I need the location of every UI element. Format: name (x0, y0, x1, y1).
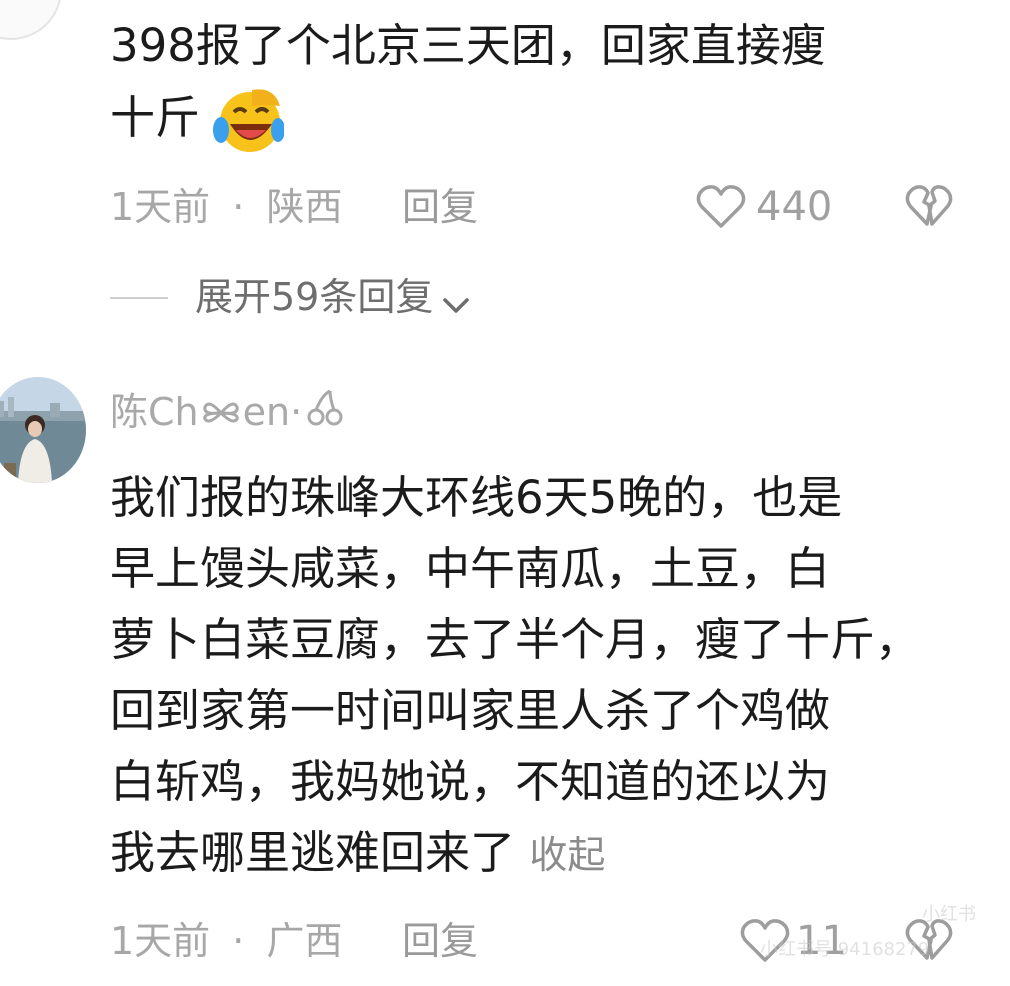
comment-1-like-count: 440 (756, 184, 833, 230)
username-suffix: en· (242, 390, 303, 434)
heart-icon (696, 185, 746, 228)
comment-1-time: 1天前 (110, 185, 211, 229)
comment-1-location: 陕西 (266, 185, 343, 229)
comment-2-text-line-1: 我们报的珠峰大环线6天5晚的，也是 (110, 471, 843, 524)
expand-replies-label: 展开59条回复 (195, 275, 434, 319)
comment-2-reply-button[interactable]: 回复 (402, 916, 478, 966)
expand-divider (110, 297, 168, 299)
watermark-logo: 小红书 (922, 904, 976, 925)
cherry-icon (307, 389, 343, 426)
comment-1-text-line-1: 398报了个北京三天团，回家直接瘦 (110, 19, 826, 72)
comment-2-text-line-4: 回到家第一时间叫家里人杀了个鸡做 (110, 684, 831, 737)
dislike-broken-heart-icon[interactable] (905, 184, 953, 228)
watermark-text: 小红书号 94168279 (760, 939, 930, 960)
username[interactable]: 陈Ch en· (110, 387, 344, 437)
comment-2-text-line-5: 白斩鸡，我妈她说，不知道的还以为 (110, 755, 831, 808)
comment-2-location: 广西 (266, 919, 343, 963)
ribbon-bow-icon (202, 402, 239, 423)
collapse-button[interactable]: 收起 (529, 833, 605, 877)
chevron-down-icon (443, 297, 470, 313)
comment-2-time: 1天前 (110, 919, 211, 963)
comment-1-text-line-2: 十斤 (110, 91, 201, 144)
comment-2-text-line-3: 萝卜白菜豆腐，去了半个月，瘦了十斤， (110, 613, 921, 666)
meta-separator: · (232, 185, 245, 229)
comment-2-text-line-2: 早上馒头咸菜，中午南瓜，土豆，白 (110, 542, 831, 595)
meta-separator: · (232, 919, 245, 963)
comment-1-reply-button[interactable]: 回复 (402, 182, 478, 232)
username-text: 陈Ch (110, 390, 199, 434)
comment-1-like-button[interactable]: 440 (696, 180, 846, 234)
user-avatar[interactable] (0, 377, 86, 483)
expand-replies-button[interactable]: 展开59条回复 (195, 272, 470, 322)
avatar-photo (0, 377, 86, 483)
previous-comment-avatar[interactable] (0, 0, 62, 40)
face-with-tears-of-joy-icon (213, 89, 284, 152)
comment-2-text-line-6: 我去哪里逃难回来了 (110, 826, 516, 879)
